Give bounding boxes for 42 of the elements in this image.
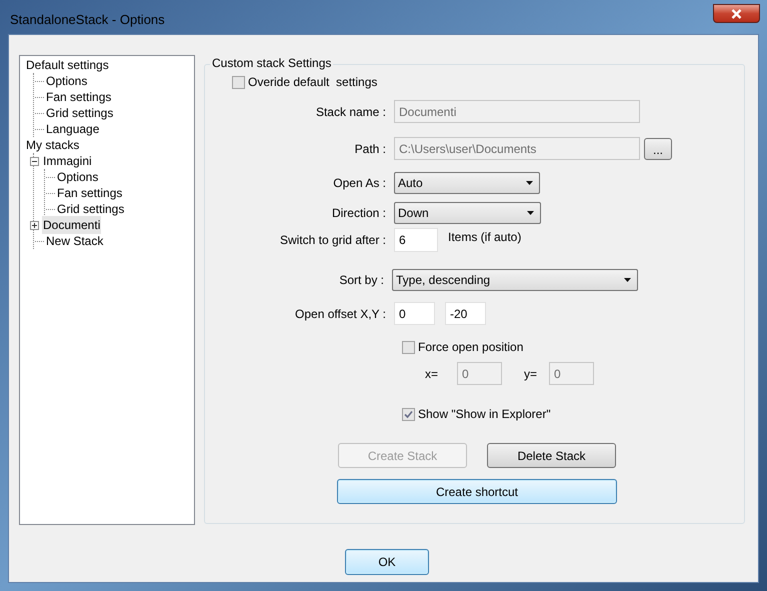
caret-icon xyxy=(624,278,631,282)
window-title: StandaloneStack - Options xyxy=(10,11,165,29)
field-label: Direction : xyxy=(330,205,387,222)
field-label: Switch to grid after : xyxy=(278,232,387,249)
caret-icon xyxy=(526,181,533,185)
push-button[interactable]: Create shortcut xyxy=(337,479,617,504)
tree-item[interactable]: Grid settings xyxy=(56,200,126,218)
field-label: Path : xyxy=(354,140,387,158)
tree-item[interactable]: Fan settings xyxy=(56,184,124,202)
tree-item[interactable]: Options xyxy=(56,168,100,186)
suffix-label: Items (if auto) xyxy=(448,229,522,246)
tree-item[interactable]: Documenti xyxy=(42,216,102,234)
dropdown[interactable]: Auto xyxy=(394,172,540,194)
tree-item[interactable]: Fan settings xyxy=(45,88,112,106)
close-icon xyxy=(731,8,742,18)
input-field[interactable]: -20 xyxy=(445,302,486,325)
field-label: x= xyxy=(425,366,440,382)
tree-item[interactable]: Immagini xyxy=(42,152,93,170)
input-field[interactable]: 6 xyxy=(394,228,438,252)
tree-item[interactable]: My stacks xyxy=(25,136,80,154)
checkbox-label: Force open position xyxy=(418,339,524,356)
field-label: Sort by : xyxy=(338,272,385,289)
dropdown[interactable]: Down xyxy=(394,202,541,224)
checkbox-label: Show "Show in Explorer" xyxy=(418,406,551,423)
checkbox-label: Overide default settings xyxy=(248,74,378,91)
field-label: y= xyxy=(524,366,538,382)
push-button[interactable]: OK xyxy=(345,549,429,575)
tree-item[interactable]: Options xyxy=(45,72,88,90)
collapse-icon[interactable] xyxy=(30,156,39,166)
close-button[interactable] xyxy=(713,4,760,23)
field-label: Open offset X,Y : xyxy=(294,306,387,322)
tree-item[interactable]: Grid settings xyxy=(45,104,114,122)
tree-item[interactable]: Language xyxy=(45,120,100,138)
push-button[interactable]: Delete Stack xyxy=(487,443,616,468)
dropdown[interactable]: Type, descending xyxy=(392,269,638,291)
tree-item[interactable]: New Stack xyxy=(45,232,104,250)
field-label: Stack name : xyxy=(314,104,387,120)
caret-icon xyxy=(527,211,534,215)
field-label: Open As : xyxy=(332,175,387,192)
input-field[interactable]: 0 xyxy=(394,302,435,325)
tree-item[interactable]: Default settings xyxy=(25,56,110,74)
expand-icon[interactable] xyxy=(30,220,39,230)
